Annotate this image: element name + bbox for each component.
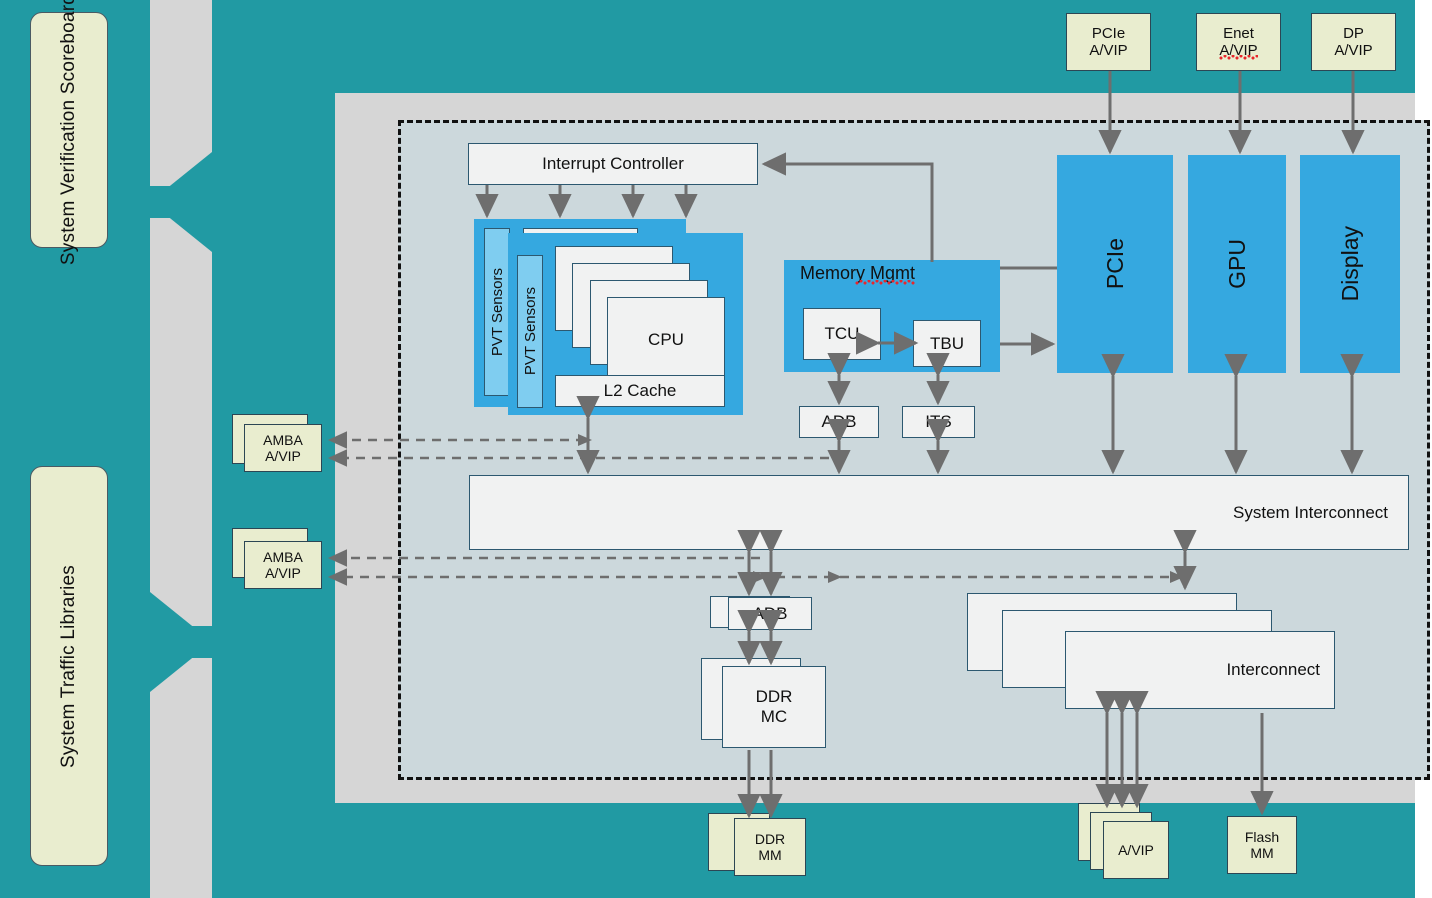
pvt-sensors-front: PVT Sensors bbox=[517, 255, 543, 408]
tbu-label: TBU bbox=[930, 333, 964, 353]
system-interconnect-block[interactable]: System Interconnect bbox=[469, 475, 1409, 550]
sidebar-label-traffic: System Traffic Libraries bbox=[58, 564, 79, 768]
interconnect-block[interactable]: Interconnect bbox=[1065, 631, 1335, 709]
vip-box-flash-mm[interactable]: Flash MM bbox=[1227, 816, 1297, 874]
gpu-block[interactable]: GPU bbox=[1188, 155, 1286, 373]
l2-cache-block[interactable]: L2 Cache bbox=[555, 375, 725, 407]
vip-dp-line2: A/VIP bbox=[1334, 42, 1373, 59]
architecture-diagram: System Verification Scoreboard System Tr… bbox=[0, 0, 1432, 898]
vip-box-amba-bottom[interactable]: AMBA A/VIP bbox=[244, 541, 322, 589]
adb-bottom-block[interactable]: ADB bbox=[728, 597, 812, 630]
pvt-sensors-front-label: PVT Sensors bbox=[521, 287, 539, 376]
pcie-block[interactable]: PCIe bbox=[1057, 155, 1173, 373]
vip-amba-top-line1: AMBA bbox=[263, 431, 303, 448]
interrupt-controller-block[interactable]: Interrupt Controller bbox=[468, 143, 758, 185]
ddr-mc-block[interactable]: DDR MC bbox=[722, 666, 826, 748]
tcu-label: TCU bbox=[824, 324, 860, 344]
vip-amba-bottom-line1: AMBA bbox=[263, 548, 303, 565]
vip-dp-line1: DP bbox=[1343, 24, 1364, 42]
vip-pcie-line2: A/VIP bbox=[1089, 42, 1128, 59]
memory-mgmt-title-sqwrap: Memory Mgmt bbox=[800, 263, 915, 285]
gpu-label: GPU bbox=[1223, 239, 1250, 289]
vip-box-dp[interactable]: DP A/VIP bbox=[1311, 13, 1396, 71]
spellcheck-squiggle-icon bbox=[1219, 55, 1258, 61]
display-label: Display bbox=[1336, 226, 1363, 302]
tcu-block[interactable]: TCU bbox=[803, 308, 881, 360]
cpu-block[interactable]: CPU bbox=[607, 297, 725, 382]
vip-enet-line1: Enet bbox=[1223, 24, 1254, 42]
pvt-sensors-back: PVT Sensors bbox=[484, 228, 510, 396]
vip-box-ddr-mm[interactable]: DDR MM bbox=[734, 818, 806, 876]
ddr-mc-line2: MC bbox=[760, 707, 788, 726]
cpu-label: CPU bbox=[648, 329, 684, 349]
vip-box-pcie[interactable]: PCIe A/VIP bbox=[1066, 13, 1151, 71]
vip-box-amba-top[interactable]: AMBA A/VIP bbox=[244, 424, 322, 472]
adb-top-label: ADB bbox=[821, 412, 857, 432]
vip-amba-top-line2: A/VIP bbox=[265, 448, 301, 464]
vip-pcie-line1: PCIe bbox=[1091, 24, 1126, 42]
sidebar-label-scoreboard: System Verification Scoreboard bbox=[58, 0, 79, 266]
vip-flash-mm-line2: MM bbox=[1250, 845, 1274, 861]
ddr-mc-line1: DDR bbox=[755, 687, 793, 707]
vip-ddr-mm-line2: MM bbox=[758, 847, 782, 863]
interconnect-label: Interconnect bbox=[1226, 660, 1320, 680]
adb-top-block[interactable]: ADB bbox=[799, 406, 879, 438]
interrupt-controller-label: Interrupt Controller bbox=[542, 154, 684, 174]
gray-channel-strip bbox=[150, 0, 212, 898]
system-interconnect-label: System Interconnect bbox=[1233, 502, 1388, 522]
l2-cache-label: L2 Cache bbox=[603, 381, 677, 401]
its-label: ITS bbox=[925, 412, 952, 432]
adb-bottom-label: ADB bbox=[752, 603, 788, 623]
display-block[interactable]: Display bbox=[1300, 155, 1400, 373]
pcie-label: PCIe bbox=[1101, 238, 1128, 290]
vip-enet-line2-wrap: A/VIP bbox=[1219, 42, 1258, 61]
vip-amba-bottom-line2: A/VIP bbox=[265, 565, 301, 581]
vip-box-enet[interactable]: Enet A/VIP bbox=[1196, 13, 1281, 71]
vip-box-avip-bottom[interactable]: A/VIP bbox=[1103, 821, 1169, 879]
spellcheck-squiggle-icon-mgmt bbox=[855, 280, 915, 285]
memory-mgmt-title-wrap: Memory Mgmt bbox=[800, 263, 915, 285]
vip-ddr-mm-line1: DDR bbox=[754, 830, 786, 847]
vip-flash-mm-line1: Flash bbox=[1244, 828, 1280, 845]
sidebar-item-system-traffic-libraries[interactable]: System Traffic Libraries bbox=[30, 466, 108, 866]
tbu-block[interactable]: TBU bbox=[913, 320, 981, 367]
vip-avip-bottom-label: A/VIP bbox=[1118, 841, 1154, 858]
its-block[interactable]: ITS bbox=[902, 406, 975, 438]
pvt-sensors-back-label: PVT Sensors bbox=[488, 267, 506, 357]
sidebar-item-system-verification-scoreboard[interactable]: System Verification Scoreboard bbox=[30, 0, 108, 266]
